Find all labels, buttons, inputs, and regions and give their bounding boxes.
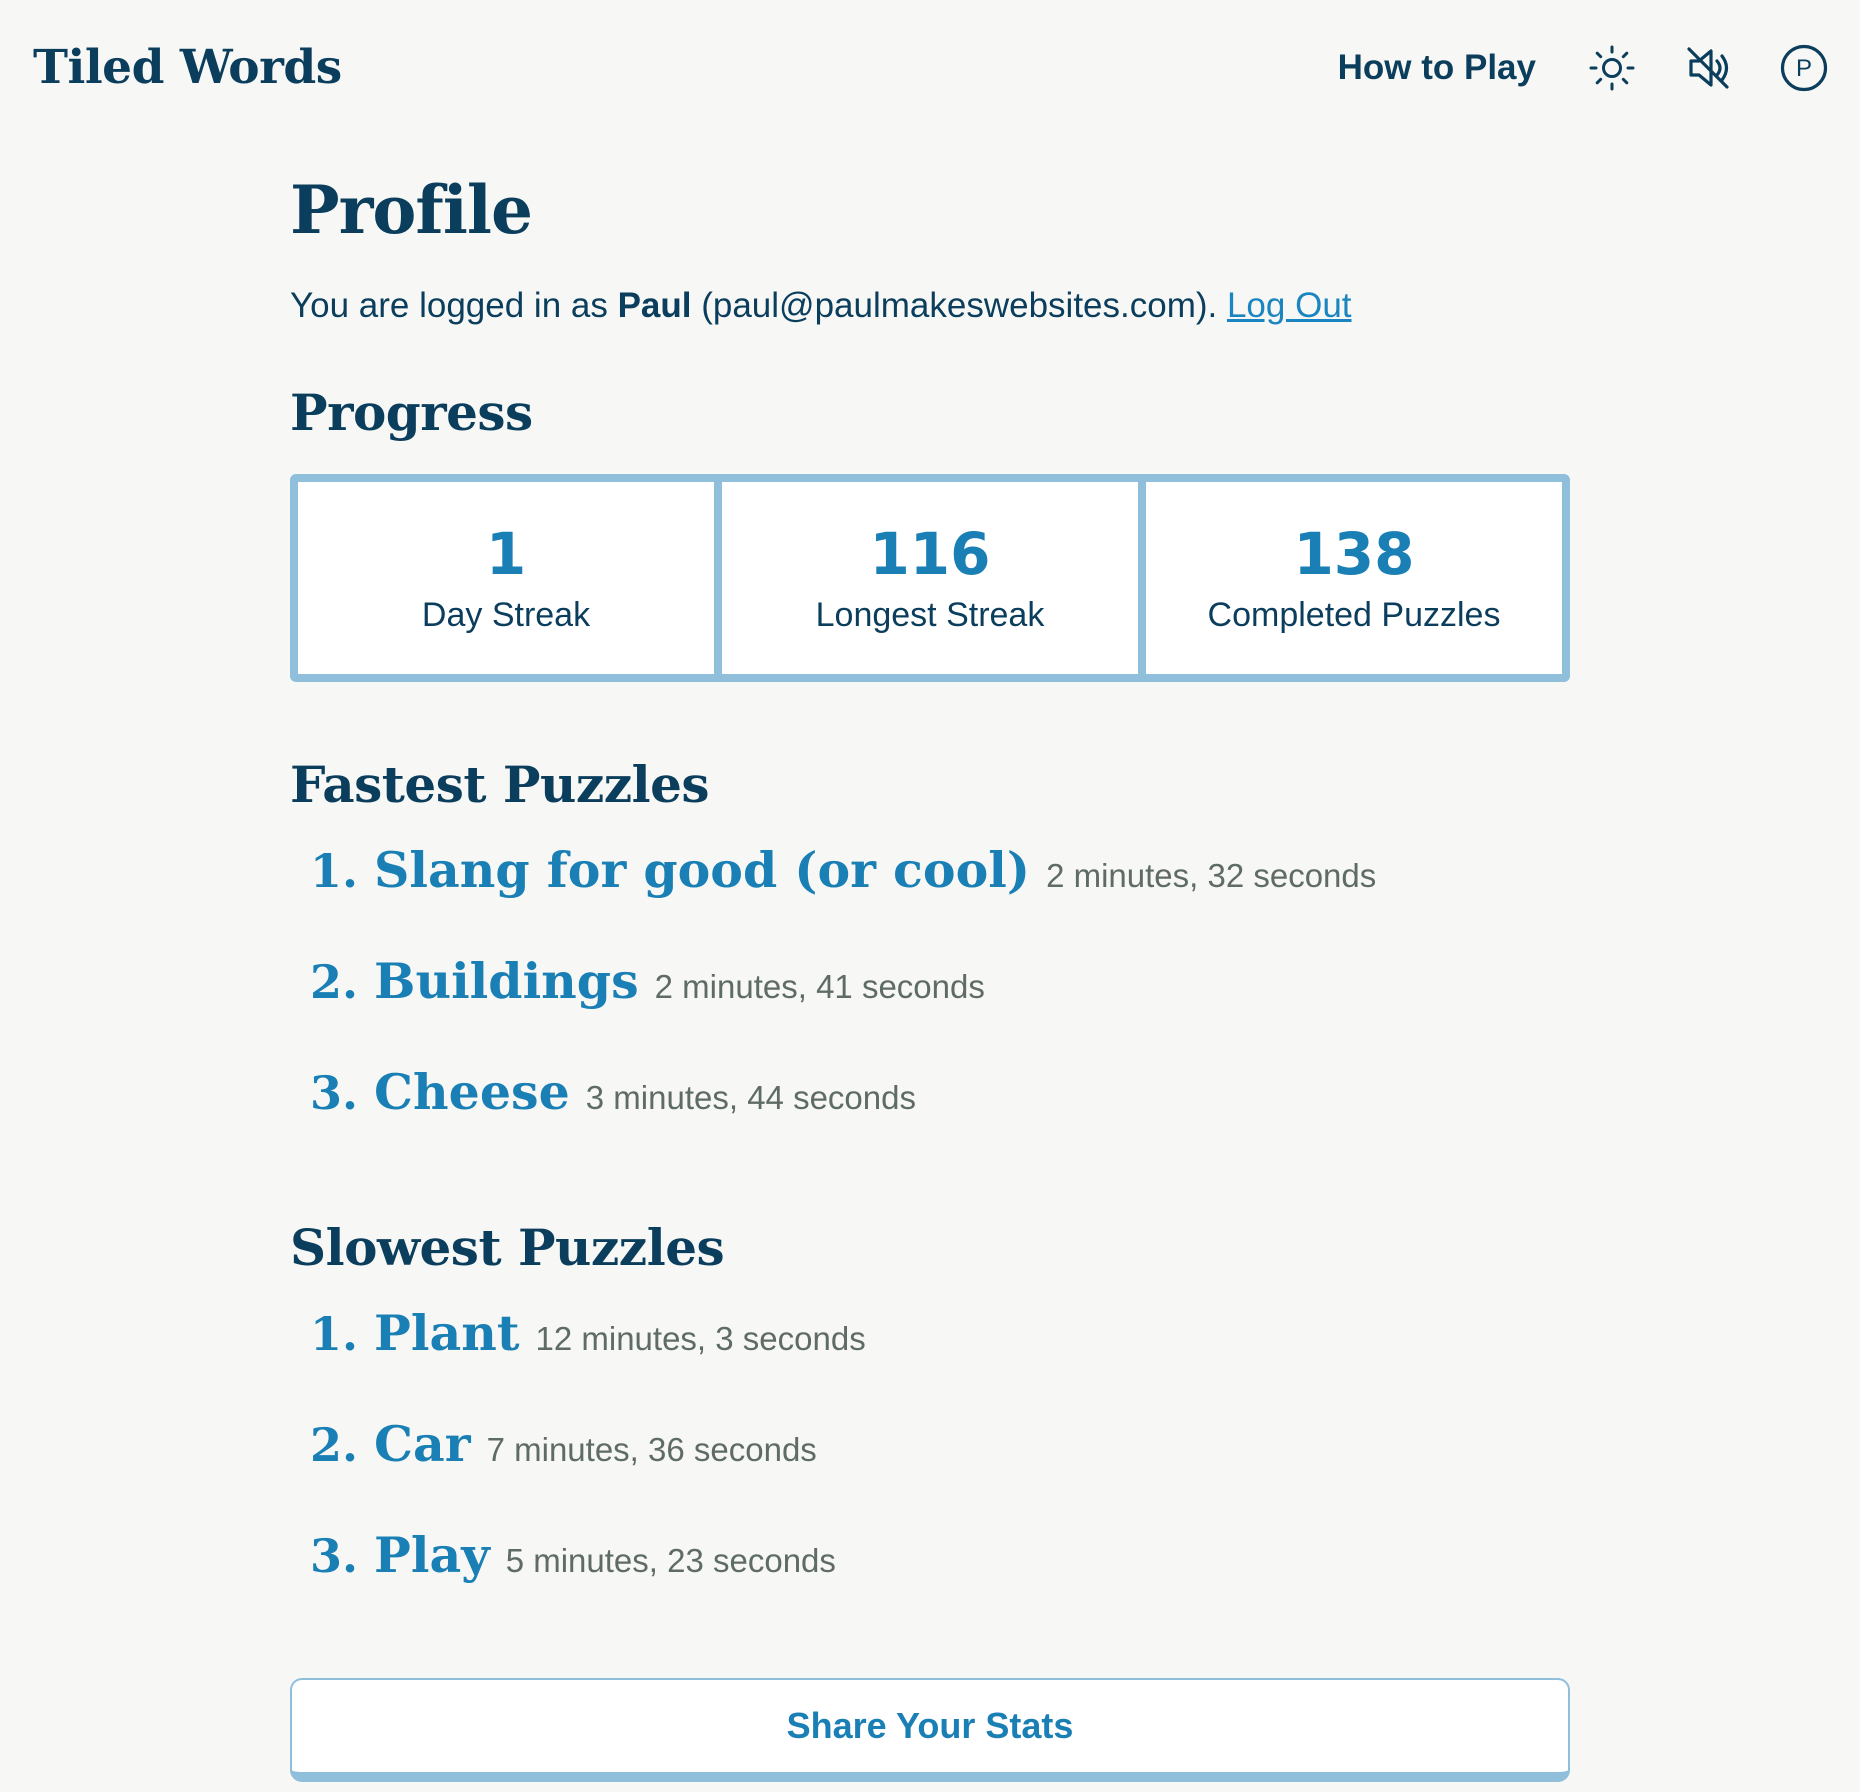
stat-value: 138 xyxy=(1293,520,1415,588)
profile-main: Profile You are logged in as Paul (paul@… xyxy=(290,160,1570,1626)
top-nav: How to Play P xyxy=(1338,36,1832,100)
rank-number: 3. xyxy=(310,1529,359,1583)
puzzle-link[interactable]: Play xyxy=(374,1515,490,1595)
stat-label: Longest Streak xyxy=(815,596,1045,634)
slowest-puzzles-list: 1. Plant 12 minutes, 3 seconds 2. Car 7 … xyxy=(290,1293,1570,1626)
rank-number: 2. xyxy=(310,1418,359,1472)
list-item: 2. Car 7 minutes, 36 seconds xyxy=(310,1404,1570,1515)
puzzle-link[interactable]: Car xyxy=(374,1404,471,1484)
stat-completed-puzzles: 138 Completed Puzzles xyxy=(1146,482,1562,674)
sound-toggle-button[interactable] xyxy=(1680,40,1736,96)
fastest-puzzles-list: 1. Slang for good (or cool) 2 minutes, 3… xyxy=(290,830,1570,1163)
theme-toggle-button[interactable] xyxy=(1584,40,1640,96)
page-title: Profile xyxy=(290,171,533,249)
puzzle-time: 2 minutes, 41 seconds xyxy=(654,968,985,1005)
stat-longest-streak: 116 Longest Streak xyxy=(722,482,1138,674)
progress-stats: 1 Day Streak 116 Longest Streak 138 Comp… xyxy=(290,474,1570,682)
puzzle-time: 3 minutes, 44 seconds xyxy=(585,1079,916,1116)
brand-title[interactable]: Tiled Words xyxy=(33,36,342,100)
list-item: 2. Buildings 2 minutes, 41 seconds xyxy=(310,941,1570,1052)
stat-value: 116 xyxy=(869,520,991,588)
puzzle-link[interactable]: Buildings xyxy=(374,941,639,1021)
user-email: (paul@paulmakeswebsites.com). xyxy=(691,286,1227,325)
slowest-puzzles-title: Slowest Puzzles xyxy=(290,1218,725,1277)
puzzle-link[interactable]: Plant xyxy=(374,1293,519,1373)
list-item: 1. Slang for good (or cool) 2 minutes, 3… xyxy=(310,830,1570,941)
login-status: You are logged in as Paul (paul@paulmake… xyxy=(290,282,1570,330)
rank-number: 1. xyxy=(310,1307,359,1361)
stat-value: 1 xyxy=(485,520,527,588)
list-item: 3. Play 5 minutes, 23 seconds xyxy=(310,1515,1570,1626)
puzzle-time: 2 minutes, 32 seconds xyxy=(1046,857,1377,894)
fastest-puzzles-title: Fastest Puzzles xyxy=(290,755,710,814)
rank-number: 1. xyxy=(310,844,359,898)
profile-button[interactable]: P xyxy=(1776,40,1832,96)
rank-number: 3. xyxy=(310,1066,359,1120)
list-item: 1. Plant 12 minutes, 3 seconds xyxy=(310,1293,1570,1404)
speaker-muted-icon xyxy=(1687,47,1729,89)
puzzle-link[interactable]: Cheese xyxy=(374,1052,570,1132)
how-to-play-link[interactable]: How to Play xyxy=(1338,48,1536,88)
progress-title: Progress xyxy=(290,383,533,442)
rank-number: 2. xyxy=(310,955,359,1009)
puzzle-time: 5 minutes, 23 seconds xyxy=(505,1542,836,1579)
logout-link[interactable]: Log Out xyxy=(1227,286,1352,325)
puzzle-time: 12 minutes, 3 seconds xyxy=(535,1320,866,1357)
stat-label: Completed Puzzles xyxy=(1207,596,1501,634)
app-header: Tiled Words How to Play P xyxy=(0,0,1860,136)
puzzle-time: 7 minutes, 36 seconds xyxy=(486,1431,817,1468)
share-stats-button[interactable]: Share Your Stats xyxy=(290,1678,1570,1782)
stat-label: Day Streak xyxy=(421,596,591,634)
login-prefix: You are logged in as xyxy=(290,286,618,325)
list-item: 3. Cheese 3 minutes, 44 seconds xyxy=(310,1052,1570,1163)
sun-icon xyxy=(1589,45,1635,91)
profile-avatar-icon: P xyxy=(1780,44,1828,92)
stat-day-streak: 1 Day Streak xyxy=(298,482,714,674)
profile-initial: P xyxy=(1796,55,1812,82)
puzzle-link[interactable]: Slang for good (or cool) xyxy=(374,830,1030,910)
username: Paul xyxy=(617,286,692,325)
